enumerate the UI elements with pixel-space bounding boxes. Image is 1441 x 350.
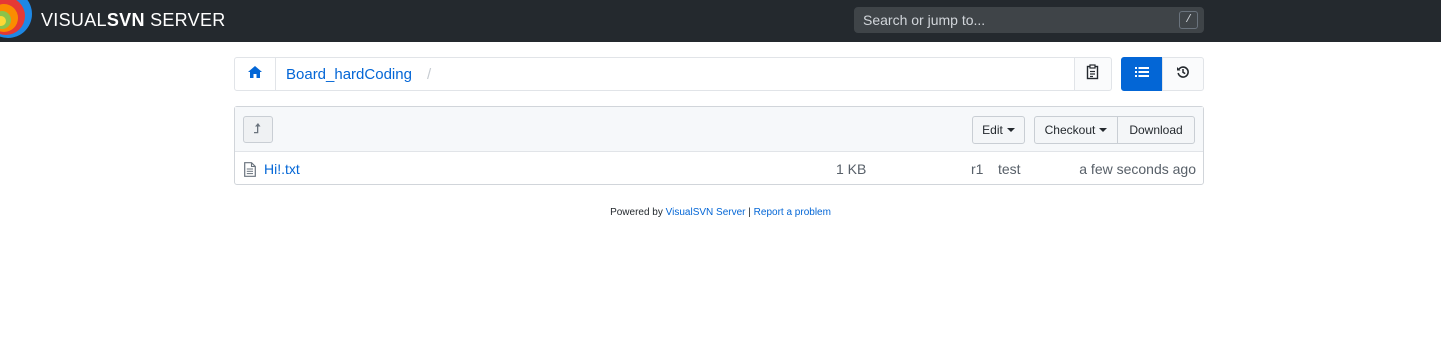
footer-report-link[interactable]: Report a problem	[754, 207, 831, 218]
search-input[interactable]	[855, 8, 1175, 32]
copy-url-button[interactable]	[1074, 57, 1112, 91]
logo-text-svn: SVN	[106, 10, 145, 30]
checkout-button-label: Checkout	[1044, 123, 1096, 137]
logo-text[interactable]: VISUALSVN SERVER	[41, 10, 226, 31]
clipboard-icon	[1086, 63, 1100, 85]
caret-down-icon	[1099, 128, 1108, 132]
edit-dropdown-button[interactable]: Edit	[972, 116, 1025, 144]
footer-product-link[interactable]: VisualSVN Server	[666, 207, 746, 218]
breadcrumb: Board_hardCoding /	[234, 57, 1075, 91]
file-name-link[interactable]: Hi!.txt	[264, 161, 300, 177]
footer-powered-by: Powered by	[610, 207, 666, 218]
search-shortcut-hint: /	[1179, 11, 1198, 29]
breadcrumb-repo-link[interactable]: Board_hardCoding	[286, 66, 412, 83]
file-date: a few seconds ago	[1079, 161, 1196, 177]
logo-text-server: SERVER	[144, 10, 226, 30]
file-text-icon	[244, 162, 256, 180]
file-author: test	[998, 161, 1021, 177]
edit-button-label: Edit	[982, 123, 1003, 137]
logo-text-visual: VISUAL	[41, 10, 107, 30]
top-navbar: VISUALSVN SERVER /	[0, 0, 1441, 42]
list-view-button[interactable]	[1121, 57, 1163, 91]
file-row[interactable]: Hi!.txt 1 KB r1 test a few seconds ago	[235, 153, 1203, 185]
history-icon	[1176, 65, 1190, 84]
home-icon	[247, 65, 263, 84]
download-button-label: Download	[1129, 123, 1183, 137]
file-browser-toolbar: Edit Checkout Download	[235, 107, 1203, 152]
breadcrumb-separator: /	[427, 66, 432, 83]
home-button[interactable]	[235, 58, 276, 90]
history-button[interactable]	[1162, 57, 1204, 91]
file-size: 1 KB	[836, 161, 867, 177]
footer-separator: |	[745, 207, 754, 218]
checkout-dropdown-button[interactable]: Checkout	[1034, 116, 1118, 144]
visualsvn-logo-icon[interactable]	[0, 0, 34, 42]
file-revision[interactable]: r1	[971, 161, 983, 177]
search-box[interactable]: /	[854, 7, 1204, 33]
page-footer: Powered by VisualSVN Server | Report a p…	[0, 207, 1441, 218]
download-button[interactable]: Download	[1117, 116, 1195, 144]
list-icon	[1135, 65, 1149, 83]
caret-down-icon	[1006, 128, 1015, 132]
file-browser-panel: Edit Checkout Download Hi!.txt 1 KB r1 t…	[234, 106, 1204, 185]
up-directory-button[interactable]	[243, 116, 273, 143]
up-arrow-icon	[253, 121, 263, 139]
